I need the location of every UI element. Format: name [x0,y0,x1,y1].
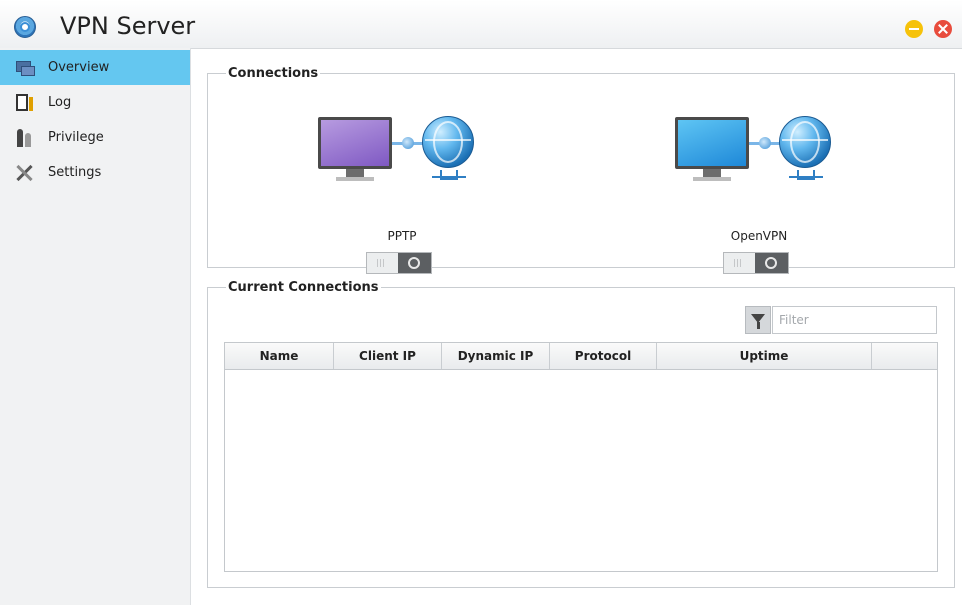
connections-table: Name Client IP Dynamic IP Protocol Uptim… [224,342,938,572]
openvpn-connection: OpenVPN [659,92,859,274]
sidebar: Overview Log Privilege Settings [0,48,191,605]
column-header-uptime[interactable]: Uptime [657,343,872,369]
title-bar: VPN Server [0,0,962,49]
column-header-dynamic-ip[interactable]: Dynamic IP [442,343,550,369]
monitor-icon [675,117,749,169]
sidebar-item-label: Overview [48,60,110,75]
overview-icon [14,58,35,78]
monitor-base [693,177,731,181]
toggle-knob [755,253,788,273]
connector-dot [759,137,771,149]
column-header-name[interactable]: Name [225,343,334,369]
toggle-knob [398,253,431,273]
pptp-toggle[interactable] [366,252,432,274]
toggle-grip [377,259,385,267]
sidebar-item-label: Log [48,95,72,110]
vpn-server-app-icon [14,16,36,38]
monitor-icon [318,117,392,169]
openvpn-toggle[interactable] [723,252,789,274]
openvpn-label: OpenVPN [730,229,788,243]
privilege-icon [14,128,34,148]
globe-icon [779,116,831,168]
column-header-client-ip[interactable]: Client IP [334,343,442,369]
network-plug-icon [432,170,466,180]
sidebar-item-log[interactable]: Log [0,85,190,120]
monitor-stand [346,169,364,177]
column-header-extra[interactable] [872,343,937,369]
filter-input[interactable] [772,306,937,334]
pptp-label: PPTP [387,229,417,243]
connector-dot [402,137,414,149]
sidebar-item-privilege[interactable]: Privilege [0,120,190,155]
filter-icon[interactable] [745,306,771,334]
sidebar-item-label: Settings [48,165,102,180]
window-title: VPN Server [60,12,196,40]
log-icon [14,93,34,113]
current-connections-legend: Current Connections [228,280,379,295]
sidebar-item-overview[interactable]: Overview [0,50,190,85]
pptp-connection: PPTP [302,92,502,274]
table-header: Name Client IP Dynamic IP Protocol Uptim… [225,343,937,370]
sidebar-item-label: Privilege [48,130,104,145]
minimize-button[interactable] [905,20,923,38]
settings-icon [14,163,34,183]
monitor-base [336,177,374,181]
network-plug-icon [789,170,823,180]
sidebar-item-settings[interactable]: Settings [0,155,190,190]
globe-icon [422,116,474,168]
monitor-stand [703,169,721,177]
column-header-protocol[interactable]: Protocol [550,343,657,369]
close-button[interactable] [934,20,952,38]
connections-legend: Connections [228,66,319,81]
toggle-grip [734,259,742,267]
